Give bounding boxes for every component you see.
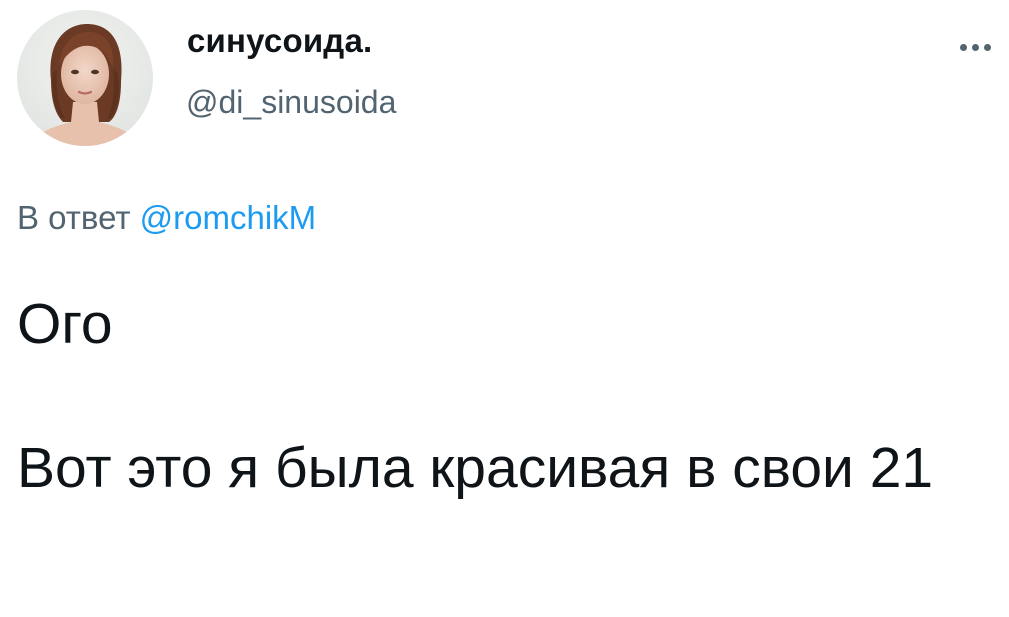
reply-prefix: В ответ xyxy=(17,199,131,236)
reply-context: В ответ @romchikM xyxy=(17,199,316,237)
more-horizontal-icon xyxy=(959,43,967,51)
avatar[interactable] xyxy=(17,10,153,146)
more-options-button[interactable] xyxy=(952,32,998,62)
reply-mention-link[interactable]: @romchikM xyxy=(140,199,317,236)
display-name[interactable]: синусоида. xyxy=(187,22,372,60)
tweet-text-line: Ого xyxy=(17,292,113,356)
more-horizontal-icon xyxy=(971,43,979,51)
tweet-card: синусоида. @di_sinusoida В ответ @romchi… xyxy=(0,0,1009,617)
avatar-image xyxy=(17,10,153,146)
tweet-text: Ого Вот это я была красивая в свои 21 xyxy=(17,288,997,504)
more-horizontal-icon xyxy=(983,43,991,51)
tweet-text-line: Вот это я была красивая в свои 21 xyxy=(17,436,934,500)
user-handle[interactable]: @di_sinusoida xyxy=(186,84,396,121)
